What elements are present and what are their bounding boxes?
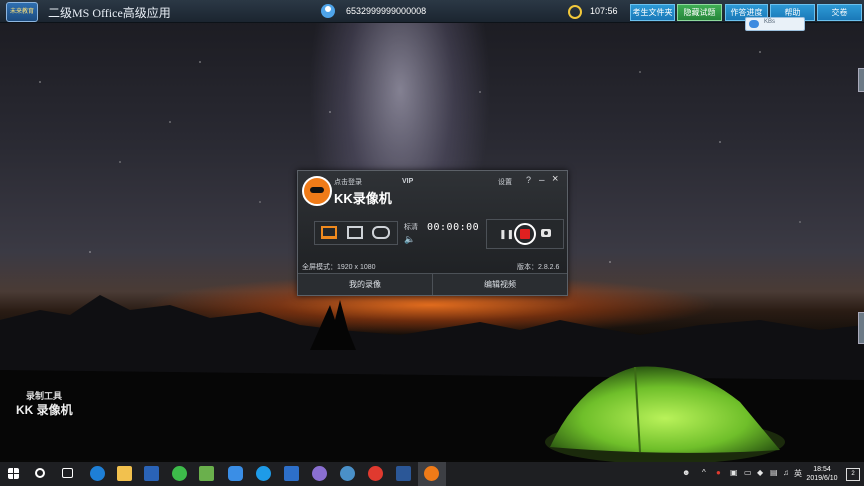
tray-app-icon[interactable]: ● bbox=[716, 468, 721, 477]
start-icon[interactable] bbox=[8, 468, 19, 479]
screen-mode-icon[interactable] bbox=[321, 226, 337, 239]
ime-indicator[interactable]: 英 bbox=[794, 468, 802, 479]
cloud-speed-popup[interactable]: KBs bbox=[745, 17, 805, 31]
quality-selector[interactable]: 标清 bbox=[404, 222, 418, 232]
user-icon bbox=[321, 4, 335, 18]
record-mode-group bbox=[314, 221, 398, 245]
system-clock[interactable]: 18:54 2019/6/10 bbox=[804, 465, 840, 483]
app-name: KK录像机 bbox=[334, 191, 392, 206]
kk-recorder-icon[interactable] bbox=[424, 466, 439, 481]
chevron-up-icon[interactable]: ^ bbox=[702, 468, 706, 477]
battery-icon[interactable]: ▭ bbox=[744, 468, 752, 477]
record-controls: ❚❚ bbox=[486, 219, 564, 249]
camera-icon[interactable] bbox=[541, 229, 551, 237]
kk-avatar-icon[interactable] bbox=[302, 176, 332, 206]
record-timer: 00:00:00 bbox=[427, 222, 480, 233]
login-link[interactable]: 点击登录 bbox=[334, 177, 362, 187]
person-icon[interactable]: ☻ bbox=[682, 468, 690, 477]
settings-button[interactable]: 设置 bbox=[498, 177, 512, 187]
close-button[interactable]: × bbox=[552, 173, 558, 185]
version-info: 版本：2.8.2.6 bbox=[517, 264, 560, 271]
exam-toolbar: 未来教育 二级MS Office高级应用 6532999999000008 10… bbox=[0, 0, 864, 23]
edge-handle-top[interactable] bbox=[858, 68, 864, 92]
cloud-icon bbox=[749, 20, 759, 28]
game-mode-icon[interactable] bbox=[372, 226, 390, 239]
file-explorer-icon[interactable] bbox=[117, 466, 132, 481]
tab-my-recordings[interactable]: 我的录像 bbox=[298, 273, 433, 295]
candidate-folder-button[interactable]: 考生文件夹 bbox=[630, 4, 675, 21]
exam-title: 二级MS Office高级应用 bbox=[48, 6, 171, 20]
timer-icon bbox=[568, 5, 582, 19]
task-view-icon[interactable] bbox=[62, 468, 73, 478]
tab-edit-video[interactable]: 编辑视频 bbox=[433, 273, 567, 295]
record-icon[interactable] bbox=[514, 223, 536, 245]
pause-icon[interactable]: ❚❚ bbox=[499, 229, 514, 240]
notification-icon[interactable]: 2 bbox=[846, 468, 860, 481]
app-s-icon[interactable] bbox=[144, 466, 159, 481]
mode-info: 全屏模式：1920 x 1080 bbox=[302, 264, 376, 271]
app-rec-icon[interactable] bbox=[312, 466, 327, 481]
help-icon[interactable]: ? bbox=[526, 175, 531, 185]
hide-questions-button[interactable]: 隐藏试题 bbox=[677, 4, 722, 21]
network-icon[interactable]: ▤ bbox=[770, 468, 778, 477]
glowing-tent bbox=[545, 366, 785, 462]
cloud-speed-text: KBs bbox=[764, 19, 776, 25]
netease-icon[interactable] bbox=[368, 466, 383, 481]
minimize-button[interactable]: – bbox=[539, 175, 545, 186]
submit-button[interactable]: 交卷 bbox=[817, 4, 862, 21]
taskbar: ☻ ^ ● ▣ ▭ ◆ ▤ ♫ 英 18:54 2019/6/10 2 bbox=[0, 462, 864, 486]
app-calc-icon[interactable] bbox=[284, 466, 299, 481]
edge-handle-bottom[interactable] bbox=[858, 312, 864, 344]
clock-time: 18:54 bbox=[813, 466, 831, 473]
app-blue2-icon[interactable] bbox=[256, 466, 271, 481]
speaker-icon[interactable]: 🔈 bbox=[404, 234, 415, 245]
shield-icon[interactable]: ◆ bbox=[757, 468, 763, 477]
cortana-icon[interactable] bbox=[35, 468, 45, 478]
window-mode-icon[interactable] bbox=[347, 226, 363, 239]
vip-badge[interactable]: VIP bbox=[402, 178, 413, 185]
app-green-icon[interactable] bbox=[172, 466, 187, 481]
app-blue1-icon[interactable] bbox=[228, 466, 243, 481]
exam-timer: 107:56 bbox=[590, 6, 618, 16]
watermark-line2: KK 录像机 bbox=[16, 403, 73, 417]
kk-recorder-window: 点击登录 VIP KK录像机 设置 ? – × 标清 🔈 00:00:00 ❚❚… bbox=[297, 170, 568, 296]
app-globe-icon[interactable] bbox=[340, 466, 355, 481]
exam-logo: 未来教育 bbox=[6, 2, 38, 22]
edge-icon[interactable] bbox=[90, 466, 105, 481]
volume-icon[interactable]: ♫ bbox=[783, 468, 789, 477]
clock-date: 2019/6/10 bbox=[806, 475, 838, 482]
word-icon[interactable] bbox=[396, 466, 411, 481]
app-doc-icon[interactable] bbox=[199, 466, 214, 481]
candidate-id: 6532999999000008 bbox=[346, 6, 427, 16]
tray-gift-icon[interactable]: ▣ bbox=[730, 468, 738, 477]
